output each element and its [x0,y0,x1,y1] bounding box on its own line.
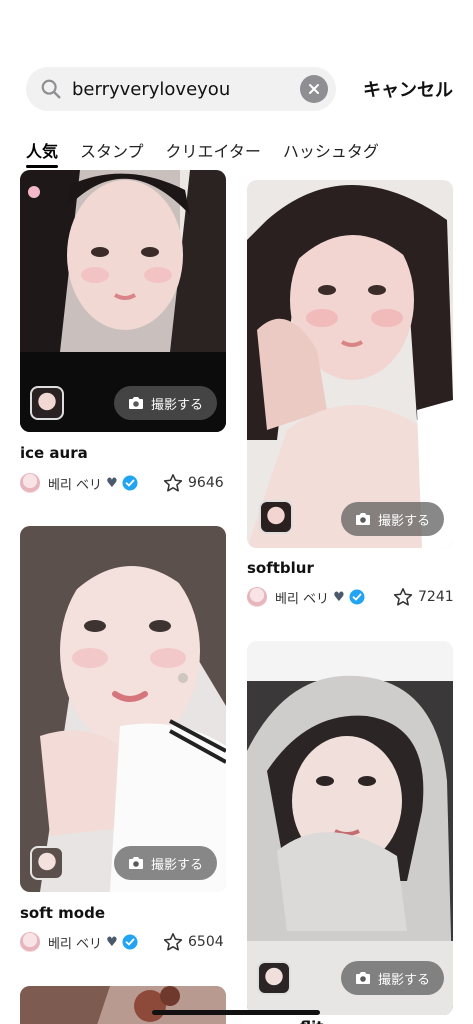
shoot-button[interactable]: 撮影する [341,502,445,536]
star-icon [393,588,413,606]
heart-icon: ♥ [106,475,118,491]
shoot-label: 撮影する [378,513,431,529]
camera-icon [356,513,370,525]
author-row[interactable]: 베리 ベリ ♥ [20,931,138,953]
shoot-button[interactable]: 撮影する [114,386,218,420]
shoot-label: 撮影する [151,397,204,413]
creator-avatar [257,961,291,995]
author-row[interactable]: 베리 ベリ ♥ [247,586,365,608]
author-avatar [20,473,40,493]
filter-title[interactable]: softblur [247,559,314,577]
filter-card-ice-aura[interactable]: 撮影する [20,170,226,432]
tab-creators[interactable]: クリエイター [166,133,261,167]
favorite-count[interactable]: 6504 [163,931,224,953]
filter-title[interactable]: soft mode [20,904,105,922]
filter-thumbnail [20,986,226,1024]
verified-icon [122,934,138,950]
tab-bar: 人気 スタンプ クリエイター ハッシュタグ [0,133,473,169]
search-field[interactable] [26,67,336,111]
creator-avatar [259,500,293,534]
tab-popular[interactable]: 人気 [26,133,59,168]
filter-card-hood[interactable]: 撮影する [247,641,453,1015]
creator-avatar [30,386,64,420]
author-row[interactable]: 베리 ベリ ♥ [20,472,138,494]
shoot-button[interactable]: 撮影する [114,846,218,880]
author-name: 베리 ベリ [275,591,330,607]
favorite-count-value: 7241 [418,589,454,605]
star-icon [163,474,183,492]
search-icon [41,79,61,99]
cancel-button[interactable]: キャンセル [363,76,453,102]
clear-search-button[interactable] [300,75,328,103]
shoot-label: 撮影する [378,972,431,988]
close-icon [309,84,319,94]
tab-stamps[interactable]: スタンプ [80,133,144,167]
filter-thumbnail [247,641,453,1015]
filter-card-soft-mode[interactable]: 撮影する [20,526,226,892]
tab-hashtags[interactable]: ハッシュタグ [283,133,379,167]
camera-icon [129,857,143,869]
author-avatar [247,587,267,607]
camera-icon [356,972,370,984]
filter-card-partial[interactable] [20,986,226,1024]
creator-avatar [30,846,64,880]
filter-thumbnail [20,526,226,892]
favorite-count[interactable]: 7241 [393,586,454,608]
search-input[interactable] [72,78,300,100]
author-name: 베리 ベリ [48,477,103,493]
star-icon [163,933,183,951]
heart-icon: ♥ [106,934,118,950]
shoot-button[interactable]: 撮影する [341,961,445,995]
filter-title[interactable]: flit [300,1018,323,1024]
filter-title[interactable]: ice aura [20,444,88,462]
author-avatar [20,932,40,952]
filter-card-softblur[interactable]: 撮影する [247,180,453,548]
heart-icon: ♥ [333,589,345,605]
verified-icon [349,589,365,605]
favorite-count-value: 6504 [188,934,224,950]
search-bar: キャンセル [26,67,453,111]
verified-icon [122,475,138,491]
camera-icon [129,397,143,409]
shoot-label: 撮影する [151,857,204,873]
home-indicator [152,1010,320,1015]
favorite-count[interactable]: 9646 [163,472,224,494]
favorite-count-value: 9646 [188,475,224,491]
author-name: 베리 ベリ [48,936,103,952]
filter-thumbnail [247,180,453,548]
